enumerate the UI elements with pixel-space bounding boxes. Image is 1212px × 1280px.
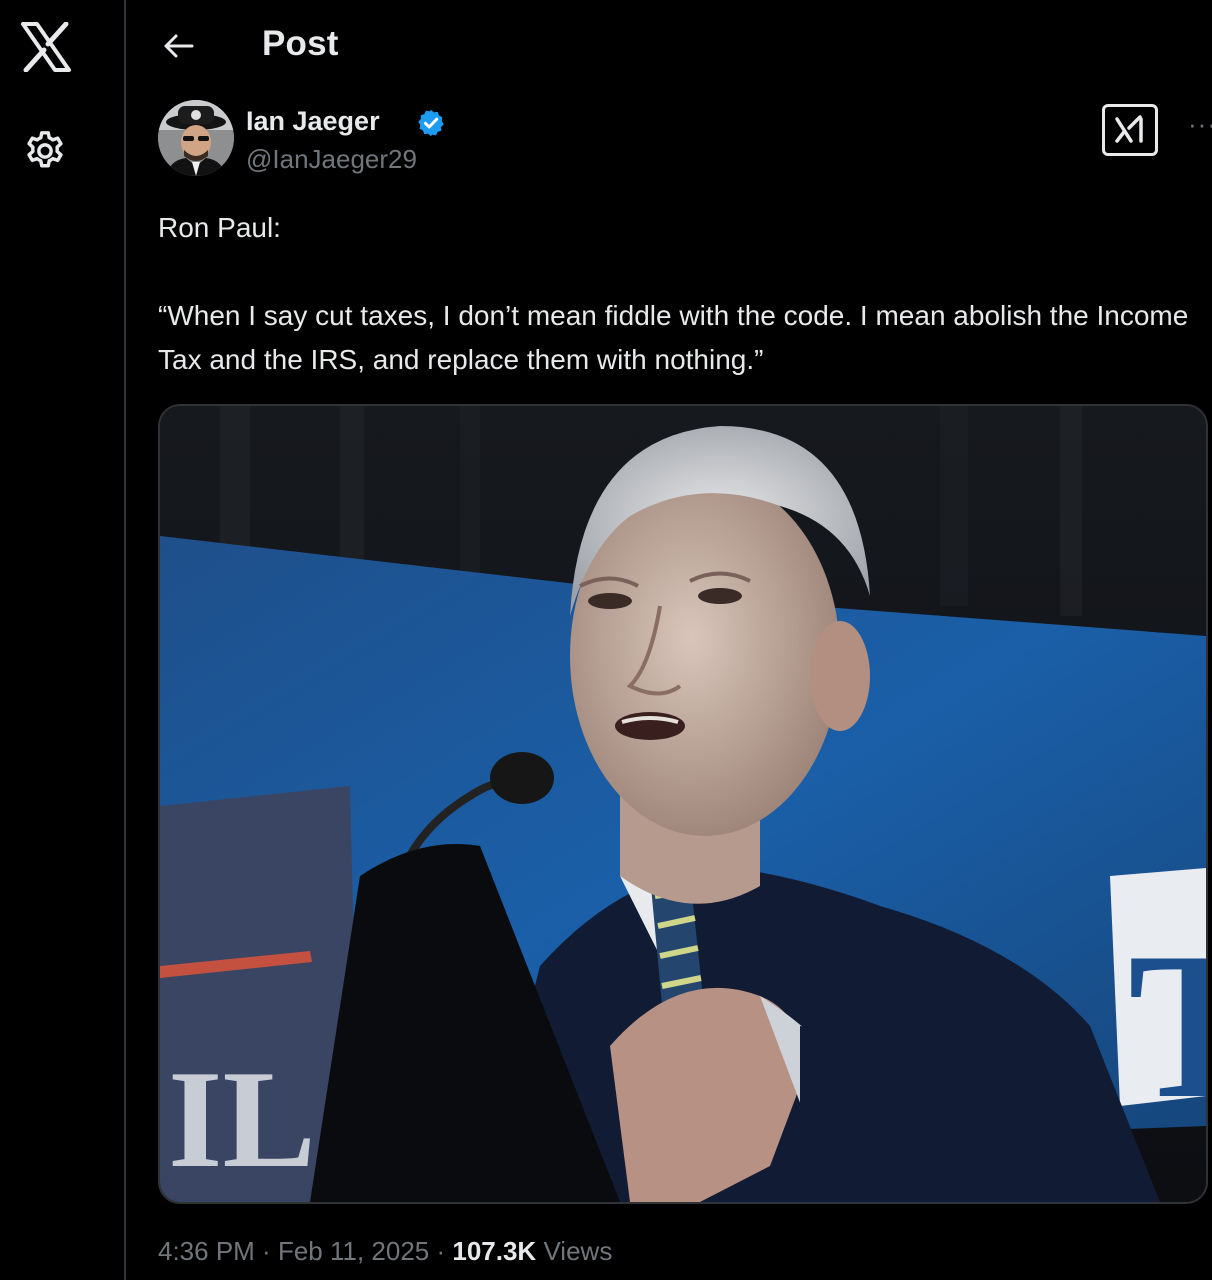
post-date[interactable]: Feb 11, 2025 [278,1236,429,1266]
arrow-left-icon [164,34,194,58]
grok-button[interactable] [1102,104,1158,156]
gear-icon[interactable] [22,128,68,174]
meta-separator: · [429,1236,453,1266]
post-time[interactable]: 4:36 PM [158,1236,255,1266]
post-author-row: Ian Jaeger @IanJaeger29 ·· [158,100,1212,180]
banner-letters-right: T [1128,910,1206,1142]
author-handle[interactable]: @IanJaeger29 [246,144,417,175]
banner-letters-left: IL [168,1042,316,1197]
meta-separator: · [254,1236,278,1266]
main-column: Post Ian Jaeger @IanJaeger29 ·· Ron Paul… [128,0,1212,1280]
post-header: Post [128,0,1212,90]
verified-badge-icon [416,108,446,138]
post-media-image[interactable]: IL T [158,404,1208,1204]
views-label: Views [543,1236,613,1266]
x-logo-icon[interactable] [20,21,72,73]
author-display-name[interactable]: Ian Jaeger [246,106,380,137]
page-title: Post [262,24,339,63]
post-meta: 4:36 PM · Feb 11, 2025 · 107.3K Views [158,1236,612,1267]
more-options-button[interactable]: ··· [1188,111,1212,137]
post-text: Ron Paul: “When I say cut taxes, I don’t… [158,212,1189,375]
nav-rail [0,0,126,1280]
grok-icon [1115,115,1143,143]
back-button[interactable] [158,26,198,66]
app: Post Ian Jaeger @IanJaeger29 ·· Ron Paul… [0,0,1212,1280]
avatar[interactable] [158,100,234,176]
views-count: 107.3K [452,1236,537,1266]
